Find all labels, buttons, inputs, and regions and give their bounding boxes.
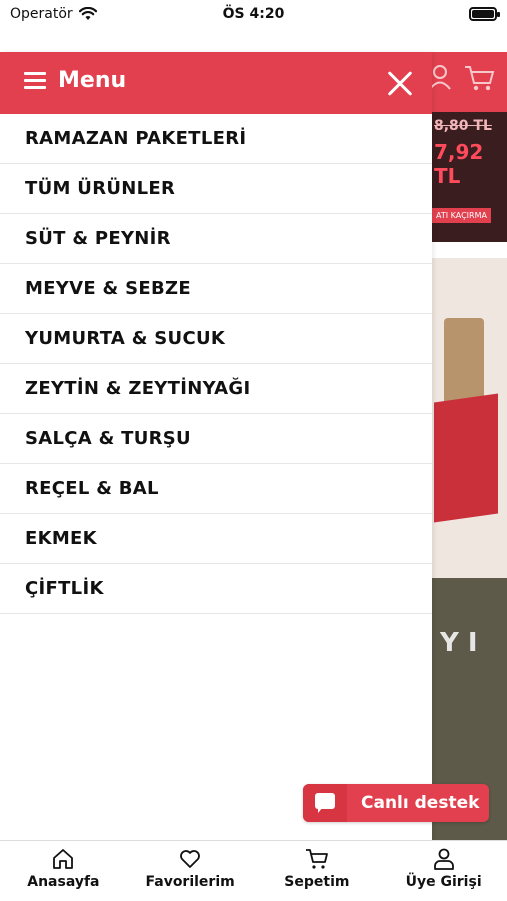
cart-icon [305,849,328,869]
menu-item-ciftlik[interactable]: ÇİFTLİK [0,564,432,614]
menu-item-ekmek[interactable]: EKMEK [0,514,432,564]
clock: ÖS 4:20 [222,6,285,22]
close-icon[interactable] [386,70,414,98]
live-support-label: Canlı destek [361,793,480,813]
tab-home[interactable]: Anasayfa [0,841,127,901]
background-price-banner: 8,80 TL 7,92 TL ATI KAÇIRMA [432,112,507,242]
menu-item-ramazan-paketleri[interactable]: RAMAZAN PAKETLERİ [0,114,432,164]
tab-login-label: Üye Girişi [405,874,482,890]
menu-item-zeytin-zeytinyagi[interactable]: ZEYTİN & ZEYTİNYAĞI [0,364,432,414]
user-icon [433,848,454,870]
menu-item-tum-urunler[interactable]: TÜM ÜRÜNLER [0,164,432,214]
promo-tag: ATI KAÇIRMA [432,208,491,223]
tab-favorites-label: Favorilerim [145,874,235,890]
tab-home-label: Anasayfa [27,874,100,890]
menu-item-sut-peynir[interactable]: SÜT & PEYNİR [0,214,432,264]
chat-bubble-icon [303,784,347,822]
photo-letters: Y I [440,628,478,658]
status-bar: Operatör ÖS 4:20 [0,0,507,30]
tab-login[interactable]: Üye Girişi [380,841,507,901]
side-menu-drawer: Menu RAMAZAN PAKETLERİ TÜM ÜRÜNLER SÜT &… [0,52,432,840]
drawer-title: Menu [58,68,127,93]
menu-item-yumurta-sucuk[interactable]: YUMURTA & SUCUK [0,314,432,364]
cart-icon [465,66,495,91]
heart-icon [180,850,201,868]
live-support-button[interactable]: Canlı destek [303,784,489,822]
menu-item-recel-bal[interactable]: REÇEL & BAL [0,464,432,514]
background-header [429,52,507,112]
background-product-photo [432,258,507,578]
home-icon [53,849,74,869]
bottom-tab-bar: Anasayfa Favorilerim Sepetim Üye Girişi [0,840,507,901]
category-list: RAMAZAN PAKETLERİ TÜM ÜRÜNLER SÜT & PEYN… [0,114,432,614]
tab-favorites[interactable]: Favorilerim [127,841,254,901]
new-price: 7,92 TL [434,140,484,188]
drawer-header: Menu [0,52,432,114]
menu-item-salca-tursu[interactable]: SALÇA & TURŞU [0,414,432,464]
menu-icon [24,72,46,90]
tab-cart-label: Sepetim [284,874,350,890]
old-price: 8,80 TL [434,118,492,134]
menu-item-meyve-sebze[interactable]: MEYVE & SEBZE [0,264,432,314]
battery-icon [469,7,500,21]
tab-cart[interactable]: Sepetim [254,841,381,901]
